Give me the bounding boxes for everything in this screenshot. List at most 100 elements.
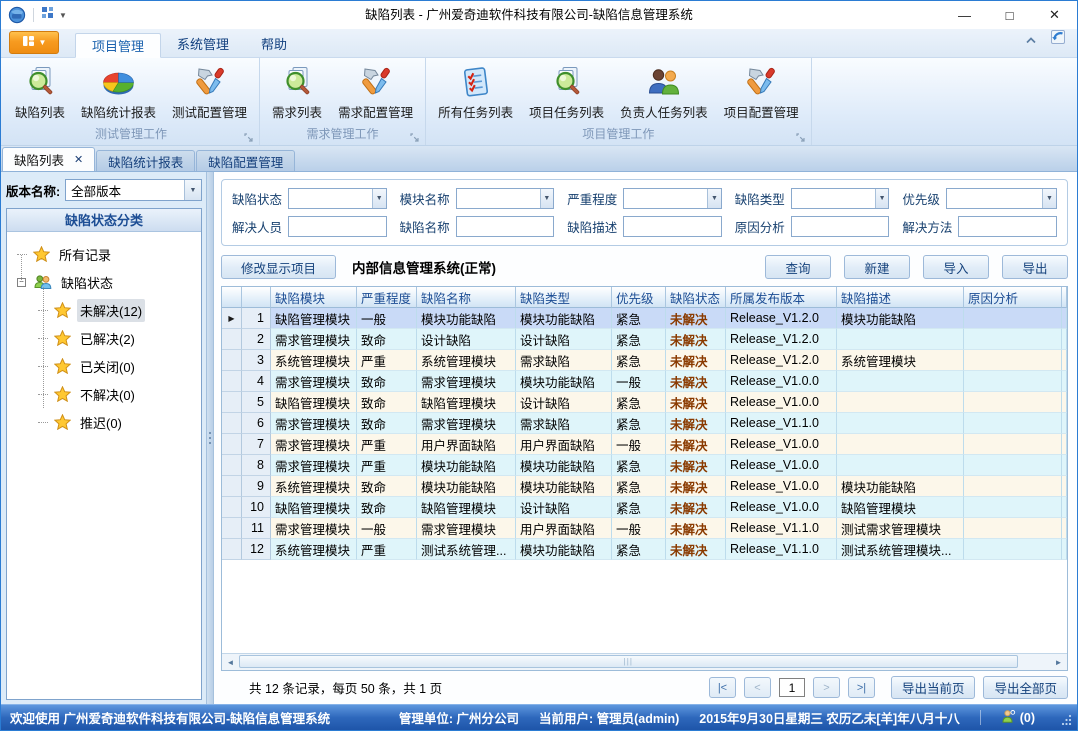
grid-cell[interactable]: 致命 bbox=[357, 476, 417, 497]
grid-cell[interactable]: 紧急 bbox=[612, 392, 666, 413]
grid-cell[interactable] bbox=[1062, 329, 1067, 350]
grid-cell[interactable] bbox=[1062, 434, 1067, 455]
column-header-8[interactable]: 原因分析 bbox=[964, 287, 1062, 308]
resize-grip-icon[interactable] bbox=[1061, 714, 1072, 725]
dialog-launcher-icon[interactable] bbox=[410, 133, 419, 142]
modify-columns-button[interactable]: 修改显示项目 bbox=[221, 255, 336, 279]
chevron-down-icon[interactable]: ▼ bbox=[184, 180, 201, 200]
grid-cell[interactable]: 用户界面缺陷 bbox=[516, 518, 612, 539]
grid-cell[interactable]: 紧急 bbox=[612, 329, 666, 350]
grid-cell[interactable]: 用户界面缺陷 bbox=[417, 434, 516, 455]
grid-cell[interactable]: 模块功能缺陷 bbox=[516, 455, 612, 476]
table-row[interactable]: 2需求管理模块致命设计缺陷设计缺陷紧急未解决Release_V1.2.0 bbox=[222, 329, 1067, 350]
grid-cell[interactable] bbox=[964, 497, 1062, 518]
toolbar-action-button-3[interactable]: 导出 bbox=[1002, 255, 1068, 279]
filter-input[interactable] bbox=[959, 217, 1056, 236]
grid-cell[interactable]: 缺陷管理模块 bbox=[271, 392, 357, 413]
grid-cell[interactable] bbox=[1062, 308, 1067, 329]
grid-cell[interactable]: 模块功能缺陷 bbox=[516, 539, 612, 560]
row-selector-cell[interactable] bbox=[222, 455, 242, 476]
ribbon-button-1-1[interactable]: 需求配置管理 bbox=[330, 64, 421, 123]
filter-input[interactable] bbox=[289, 217, 386, 236]
column-header-2[interactable]: 缺陷名称 bbox=[417, 287, 516, 308]
grid-cell[interactable]: 需求管理模块 bbox=[271, 371, 357, 392]
grid-cell[interactable]: 严重 bbox=[357, 455, 417, 476]
defect-status-cell[interactable]: 未解决 bbox=[666, 308, 726, 329]
grid-cell[interactable] bbox=[1062, 518, 1067, 539]
ribbon-tab-2[interactable]: 帮助 bbox=[245, 32, 303, 57]
grid-cell[interactable] bbox=[1062, 539, 1067, 560]
grid-cell[interactable]: 模块功能缺陷 bbox=[417, 476, 516, 497]
grid-cell[interactable]: 缺陷管理模块 bbox=[271, 497, 357, 518]
grid-cell[interactable] bbox=[1062, 497, 1067, 518]
table-row[interactable]: ▶1缺陷管理模块一般模块功能缺陷模块功能缺陷紧急未解决Release_V1.2.… bbox=[222, 308, 1067, 329]
quick-access-toolbar[interactable]: ▼ bbox=[41, 6, 67, 24]
ribbon-button-1-0[interactable]: 需求列表 bbox=[264, 64, 330, 123]
grid-cell[interactable] bbox=[837, 392, 964, 413]
grid-cell[interactable]: 需求管理模块 bbox=[271, 455, 357, 476]
minimize-button[interactable]: — bbox=[942, 1, 987, 29]
row-selector-cell[interactable] bbox=[222, 434, 242, 455]
grid-cell[interactable]: 需求管理模块 bbox=[271, 329, 357, 350]
row-selector-cell[interactable]: ▶ bbox=[222, 308, 242, 329]
scrollbar-thumb[interactable]: ||| bbox=[239, 655, 1018, 668]
grid-cell[interactable]: 系统管理模块 bbox=[837, 350, 964, 371]
grid-cell[interactable] bbox=[837, 455, 964, 476]
ribbon-button-0-0[interactable]: 缺陷列表 bbox=[7, 64, 73, 123]
grid-cell[interactable]: 系统管理模块 bbox=[271, 539, 357, 560]
grid-cell[interactable] bbox=[837, 434, 964, 455]
first-page-button[interactable]: |< bbox=[709, 677, 736, 698]
filter-text-input[interactable] bbox=[958, 216, 1057, 237]
grid-cell[interactable]: 需求缺陷 bbox=[516, 350, 612, 371]
ribbon-button-2-1[interactable]: 项目任务列表 bbox=[521, 64, 612, 123]
column-header-9[interactable]: 解决方法 bbox=[1062, 287, 1067, 308]
grid-cell[interactable]: 一般 bbox=[612, 434, 666, 455]
table-row[interactable]: 8需求管理模块严重模块功能缺陷模块功能缺陷紧急未解决Release_V1.0.0 bbox=[222, 455, 1067, 476]
grid-cell[interactable]: 系统管理模块 bbox=[271, 476, 357, 497]
grid-cell[interactable] bbox=[837, 329, 964, 350]
row-selector-cell[interactable] bbox=[222, 497, 242, 518]
grid-cell[interactable]: 设计缺陷 bbox=[417, 329, 516, 350]
grid-cell[interactable]: 模块功能缺陷 bbox=[516, 308, 612, 329]
grid-cell[interactable]: 缺陷管理模块 bbox=[271, 308, 357, 329]
grid-cell[interactable]: 致命 bbox=[357, 497, 417, 518]
grid-cell[interactable]: 需求管理模块 bbox=[417, 518, 516, 539]
filter-text-input[interactable] bbox=[623, 216, 722, 237]
filter-combobox[interactable]: ▼ bbox=[946, 188, 1057, 209]
dialog-launcher-icon[interactable] bbox=[796, 133, 805, 142]
panel-splitter[interactable] bbox=[206, 172, 214, 704]
grid-cell[interactable]: Release_V1.2.0 bbox=[726, 350, 837, 371]
help-icon[interactable] bbox=[1049, 28, 1067, 51]
grid-cell[interactable]: 需求管理模块 bbox=[417, 371, 516, 392]
grid-cell[interactable] bbox=[1062, 371, 1067, 392]
grid-cell[interactable]: 缺陷管理模块 bbox=[837, 497, 964, 518]
grid-cell[interactable]: 严重 bbox=[357, 434, 417, 455]
ribbon-button-0-1[interactable]: 缺陷统计报表 bbox=[73, 64, 164, 123]
grid-cell[interactable]: 严重 bbox=[357, 350, 417, 371]
grid-cell[interactable]: 紧急 bbox=[612, 308, 666, 329]
row-selector-cell[interactable] bbox=[222, 329, 242, 350]
toolbar-action-button-1[interactable]: 新建 bbox=[844, 255, 910, 279]
filter-input[interactable] bbox=[457, 189, 540, 208]
grid-cell[interactable] bbox=[964, 350, 1062, 371]
close-tab-icon[interactable]: ✕ bbox=[74, 153, 83, 166]
chevron-down-icon[interactable]: ▼ bbox=[875, 189, 889, 208]
filter-combobox[interactable]: ▼ bbox=[288, 188, 387, 209]
last-page-button[interactable]: >| bbox=[848, 677, 875, 698]
grid-cell[interactable]: 致命 bbox=[357, 329, 417, 350]
grid-cell[interactable]: Release_V1.0.0 bbox=[726, 497, 837, 518]
grid-cell[interactable]: 紧急 bbox=[612, 350, 666, 371]
defect-status-cell[interactable]: 未解决 bbox=[666, 413, 726, 434]
chevron-down-icon[interactable]: ▼ bbox=[707, 189, 721, 208]
grid-cell[interactable]: 紧急 bbox=[612, 476, 666, 497]
grid-cell[interactable] bbox=[1062, 413, 1067, 434]
prev-page-button[interactable]: < bbox=[744, 677, 771, 698]
version-combobox[interactable]: 全部版本 ▼ bbox=[65, 179, 202, 201]
grid-cell[interactable] bbox=[964, 413, 1062, 434]
document-tab-2[interactable]: 缺陷配置管理 bbox=[196, 150, 295, 171]
grid-cell[interactable] bbox=[837, 371, 964, 392]
grid-cell[interactable] bbox=[964, 476, 1062, 497]
horizontal-scrollbar[interactable]: ◄ ||| ► bbox=[222, 653, 1067, 670]
toolbar-action-button-2[interactable]: 导入 bbox=[923, 255, 989, 279]
tree-item-3[interactable]: 已解决(2) bbox=[17, 324, 199, 352]
